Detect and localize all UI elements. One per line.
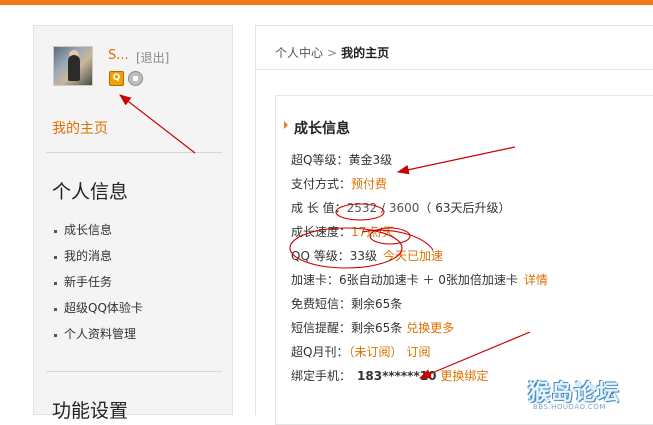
personal-menu: 成长信息 我的消息 新手任务 超级QQ体验卡 个人资料管理 [52,222,143,352]
menu-item-trial-card[interactable]: 超级QQ体验卡 [52,300,143,326]
menu-item-newbie-tasks[interactable]: 新手任务 [52,274,143,300]
username-link[interactable]: S... [108,48,129,63]
row-monthly-magazine: 超Q月刊：（未订阅） 订阅 [291,343,548,367]
row-payment: 支付方式：预付费 [291,175,548,199]
main-panel: 个人中心 > 我的主页 成长信息 超Q等级：黄金3级 支付方式：预付费 成 长 值：… [255,25,653,425]
row-sms-reminder: 短信提醒：剩余65条 兑换更多 [291,319,548,343]
accel-card-value: 6张自动加速卡 ＋ 0张加倍加速卡 [339,273,518,287]
sidebar-divider [46,152,222,153]
free-sms-value: 剩余65条 [351,297,403,311]
watermark-url: BBS.HOUDAO.COM [533,403,606,411]
menu-item-messages[interactable]: 我的消息 [52,248,143,274]
accel-card-details-link[interactable]: 详情 [524,273,548,287]
menu-item-growth[interactable]: 成长信息 [52,222,143,248]
personal-info-heading: 个人信息 [52,181,129,203]
row-qq-level: QQ 等级：33级 今天已加速 [291,247,548,271]
grey-badge-icon[interactable] [128,71,143,86]
sidebar: S... [退出] Q 我的主页 个人信息 成长信息 我的消息 新手任务 超级Q… [33,25,233,422]
label: 支付方式： [291,177,352,191]
growth-info-rows: 超Q等级：黄金3级 支付方式：预付费 成 长 值：2532 / 3600（ 63… [291,151,548,391]
phone-number: 183******10 [357,369,437,383]
label: 成 长 值： [291,201,347,215]
growth-current: 2532 [346,201,378,215]
page: S... [退出] Q 我的主页 个人信息 成长信息 我的消息 新手任务 超级Q… [0,5,653,425]
label: 超Q等级： [291,153,349,167]
redeem-more-link[interactable]: 兑换更多 [406,321,454,335]
breadcrumb-divider [256,69,653,70]
logout-link[interactable]: [退出] [136,49,169,66]
row-bound-phone: 绑定手机： 183******10 更换绑定 [291,367,548,391]
row-growth-speed: 成长速度：17点/天 [291,223,548,247]
row-super-q-level: 超Q等级：黄金3级 [291,151,548,175]
growth-separator: / [377,201,389,215]
vip-badge-icon[interactable]: Q [109,71,124,86]
magazine-status: （未订阅） [348,345,403,359]
sms-reminder-value: 剩余65条 [351,321,403,335]
row-accel-card: 加速卡：6张自动加速卡 ＋ 0张加倍加速卡 详情 [291,271,548,295]
breadcrumb-current: 我的主页 [341,46,390,60]
change-binding-link[interactable]: 更换绑定 [440,369,488,383]
label: QQ 等级： [291,249,350,263]
avatar-figure [68,55,80,81]
label: 免费短信： [291,297,352,311]
sidebar-divider [46,371,222,372]
value: 黄金3级 [348,153,393,167]
growth-note: （ 63天后升级） [419,201,511,215]
label: 成长速度： [291,225,352,239]
my-homepage-link[interactable]: 我的主页 [52,118,108,138]
breadcrumb-root[interactable]: 个人中心 [275,46,323,60]
growth-total: 3600 [388,201,420,215]
accelerated-status: 今天已加速 [383,249,444,263]
site-watermark: 猴岛论坛 BBS.HOUDAO.COM [528,375,650,411]
avatar[interactable] [53,46,93,86]
prepaid-link[interactable]: 预付费 [351,177,387,191]
label: 绑定手机： [291,369,352,383]
menu-item-profile[interactable]: 个人资料管理 [52,326,143,352]
label: 短信提醒： [291,321,352,335]
breadcrumb: 个人中心 > 我的主页 [275,44,389,61]
row-free-sms: 免费短信：剩余65条 [291,295,548,319]
row-growth-value: 成 长 值：2532 / 3600（ 63天后升级） [291,199,548,223]
breadcrumb-separator: > [327,46,338,60]
growth-info-title: 成长信息 [284,118,350,138]
subscribe-link[interactable]: 订阅 [406,345,430,359]
label: 超Q月刊： [291,345,349,359]
label: 加速卡： [291,273,340,287]
function-settings-heading: 功能设置 [52,400,129,422]
growth-speed-value: 17点/天 [351,225,395,239]
qq-level-value: 33级 [349,249,377,263]
